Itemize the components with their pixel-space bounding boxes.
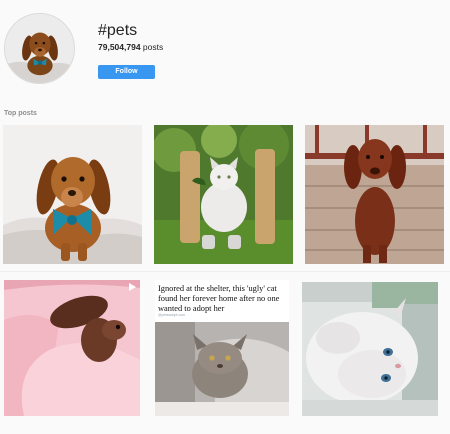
post-thumbnail-6[interactable]: [302, 282, 438, 416]
post-thumbnail-4[interactable]: [4, 280, 140, 416]
post-count-value: 79,504,794: [98, 42, 141, 52]
post-count: 79,504,794 posts: [98, 42, 163, 52]
red-setter-photo: [305, 125, 444, 264]
gray-cat-photo: [155, 322, 289, 416]
follow-button[interactable]: Follow: [98, 65, 155, 79]
post-thumbnail-2[interactable]: [154, 125, 293, 264]
top-posts-heading: Top posts: [4, 110, 37, 117]
post-thumbnail-3[interactable]: [305, 125, 444, 264]
post-count-label: posts: [140, 42, 164, 52]
white-persian-cat-photo: [302, 282, 438, 416]
post-caption-area: Ignored at the shelter, this 'ugly' cat …: [155, 280, 289, 320]
hashtag-title: #pets: [98, 22, 138, 39]
post-credit: @petsadopt.com: [158, 313, 186, 317]
squirrel-photo: [4, 280, 140, 416]
white-cat-photo: [154, 125, 293, 264]
dachshund-photo: [3, 125, 142, 264]
dachshund-avatar-image: [5, 14, 74, 83]
hashtag-header: #pets 79,504,794 posts Follow: [0, 0, 450, 100]
hashtag-avatar: [4, 13, 75, 84]
post-caption: Ignored at the shelter, this 'ugly' cat …: [158, 284, 280, 314]
video-icon: [129, 283, 136, 291]
post-thumbnail-1[interactable]: [3, 125, 142, 264]
grid-divider: [0, 271, 450, 272]
post-thumbnail-5[interactable]: Ignored at the shelter, this 'ugly' cat …: [155, 280, 289, 416]
